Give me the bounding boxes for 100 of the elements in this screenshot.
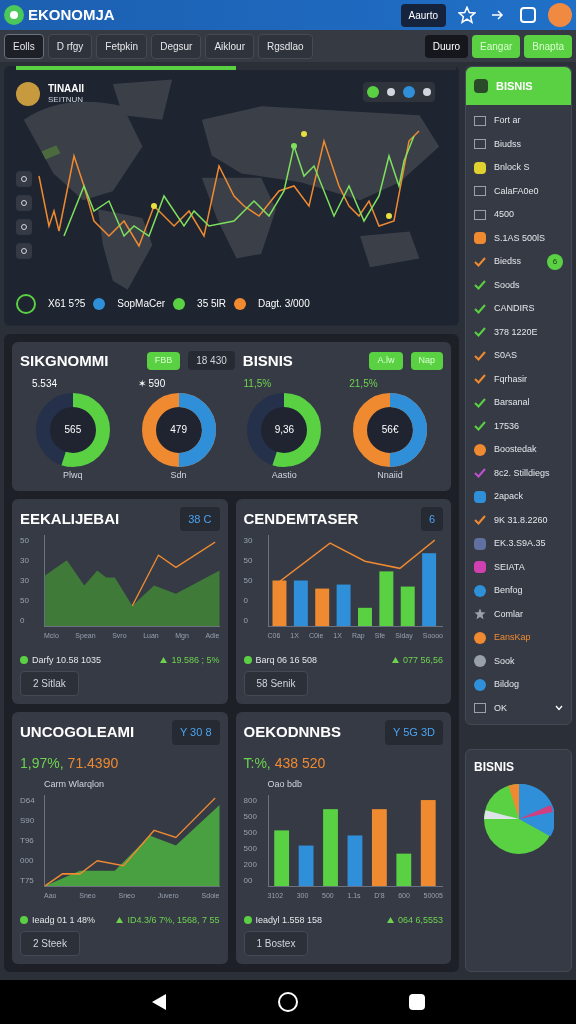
details-button[interactable]: 58 Senik (243, 671, 309, 696)
filter-chip[interactable]: 6 (420, 506, 443, 531)
item-label: EK.3.S9A.35 (494, 537, 547, 550)
home-icon[interactable] (278, 992, 298, 1012)
map-tool-button[interactable] (16, 171, 32, 187)
item-label: Bnlock S (494, 161, 531, 174)
headline-value: 438 520 (274, 753, 326, 773)
sidebar-item[interactable]: 2apack (466, 485, 571, 509)
sidebar-item[interactable]: Fqrhasir (466, 367, 571, 391)
check-icon (474, 280, 486, 291)
filter-chip[interactable]: Y 5G 3D (385, 720, 443, 745)
axis-label: 30 (20, 555, 30, 567)
axis-label: 30 (243, 535, 254, 547)
recents-icon[interactable] (408, 994, 425, 1010)
panel-title: BISNIS (242, 350, 294, 371)
globe-icon (16, 293, 36, 314)
up-triangle-icon (160, 657, 168, 664)
map-title: TINAAII (48, 82, 85, 96)
item-label: 4500 (494, 208, 516, 221)
sidebar-item[interactable]: Soods (466, 273, 571, 297)
sidebar-item[interactable]: OK (466, 696, 571, 720)
item-label: Fort ar (494, 114, 522, 127)
sidebar-item[interactable]: SEIATA (466, 555, 571, 579)
tab[interactable]: Aiklour (205, 33, 254, 59)
axis-label: 50 (243, 555, 254, 567)
check-icon (474, 397, 486, 408)
footer-stat: Barq 06 16 508 (243, 653, 318, 667)
star-icon[interactable] (458, 6, 476, 24)
window-icon[interactable] (520, 7, 536, 23)
outline-icon (474, 209, 486, 220)
sidebar-item[interactable]: Bnlock S (466, 156, 571, 180)
toggle-group[interactable] (363, 82, 435, 102)
sidebar-item[interactable]: 4500 (466, 203, 571, 227)
legend-label: SopMaCer (117, 297, 166, 311)
axis-label: 00 (243, 875, 254, 887)
tab[interactable]: D rfgy (47, 33, 93, 59)
axis-label: 800 (243, 795, 258, 807)
sidebar-item[interactable]: 8c2. Stilldiegs (466, 461, 571, 485)
donut-value: 11,5% (242, 377, 272, 391)
sidebar-item[interactable]: Biudss (466, 132, 571, 156)
action-button[interactable]: Duuro (424, 34, 469, 58)
panel-value: 18 430 (188, 351, 235, 371)
sidebar-item[interactable]: S.1AS 500lS (466, 226, 571, 250)
item-label: 8c2. Stilldiegs (494, 466, 551, 480)
axis-label: 0 (243, 595, 249, 607)
sidebar-item[interactable]: S0AS (466, 344, 571, 368)
sidebar-item[interactable]: CANDIRS (466, 297, 571, 321)
up-triangle-icon (386, 917, 394, 924)
sidebar-item[interactable]: 17536 (466, 414, 571, 438)
sidebar-item[interactable]: Fort ar (466, 109, 571, 133)
filter-chip[interactable]: Y 30 8 (171, 720, 220, 745)
bar (378, 571, 393, 626)
map-tool-button[interactable] (16, 243, 32, 259)
details-button[interactable]: 2 Steek (20, 931, 80, 956)
back-icon[interactable] (151, 993, 168, 1011)
sidebar-item[interactable]: EansKap (466, 626, 571, 650)
axis-label: 000 (20, 855, 35, 867)
sidebar-item[interactable]: EK.3.S9A.35 (466, 532, 571, 556)
sidebar-item[interactable]: 9K 31.8.2260 (466, 508, 571, 532)
panel-title: BISNIS (474, 759, 515, 776)
map-tool-button[interactable] (16, 219, 32, 235)
tab[interactable]: Rgsdlao (258, 33, 313, 59)
sidebar-item[interactable]: Barsanal (466, 391, 571, 415)
donut-center-value: 479 (170, 425, 187, 435)
star-icon (474, 608, 486, 621)
sidebar-item[interactable]: Benfog (466, 579, 571, 603)
sidebar-item[interactable]: 378 1220E (466, 320, 571, 344)
sidebar-item[interactable]: Biedss 6 (466, 250, 571, 274)
briefcase-icon (474, 79, 488, 93)
axis-label: T96 (20, 835, 35, 847)
filter-chip[interactable]: 38 C (180, 506, 220, 531)
outline-icon (474, 186, 486, 197)
details-button[interactable]: 1 Bostex (243, 931, 309, 956)
item-label: 378 1220E (494, 325, 539, 339)
chevron-down-icon[interactable] (555, 705, 563, 712)
footer-stat: 077 56,56 (402, 653, 443, 667)
bar (273, 830, 289, 886)
sidebar-item[interactable]: Sook (466, 649, 571, 673)
item-label: Soods (494, 278, 521, 292)
sidebar-item[interactable]: Comlar (466, 602, 571, 626)
footer-stat: 19.586 ; 5% (171, 653, 220, 667)
axis-label: 30 (20, 575, 30, 587)
sidebar-item[interactable]: Bildog (466, 673, 571, 697)
panel-title: SIKGNOMMI (20, 350, 110, 371)
map-tool-button[interactable] (16, 195, 32, 211)
tab[interactable]: Degsur (151, 33, 202, 59)
bar (298, 845, 313, 886)
bar (272, 580, 286, 626)
sidebar-item[interactable]: CalaFA0e0 (466, 179, 571, 203)
headline-value: 71.4390 (67, 753, 119, 773)
tab[interactable]: Eolls (4, 33, 44, 59)
footer-stat: Ieadg 01 1 48% (20, 913, 96, 927)
axis-label: D64 (20, 795, 36, 807)
tab[interactable]: Fetpkin (96, 33, 148, 59)
bar (347, 835, 362, 886)
donut-value: 5.534 (31, 377, 58, 391)
arrow-icon[interactable] (492, 10, 504, 20)
account-button[interactable]: Aaurto (400, 3, 446, 27)
sidebar-item[interactable]: Boostedak (466, 438, 571, 462)
details-button[interactable]: 2 Sitlak (20, 671, 79, 696)
